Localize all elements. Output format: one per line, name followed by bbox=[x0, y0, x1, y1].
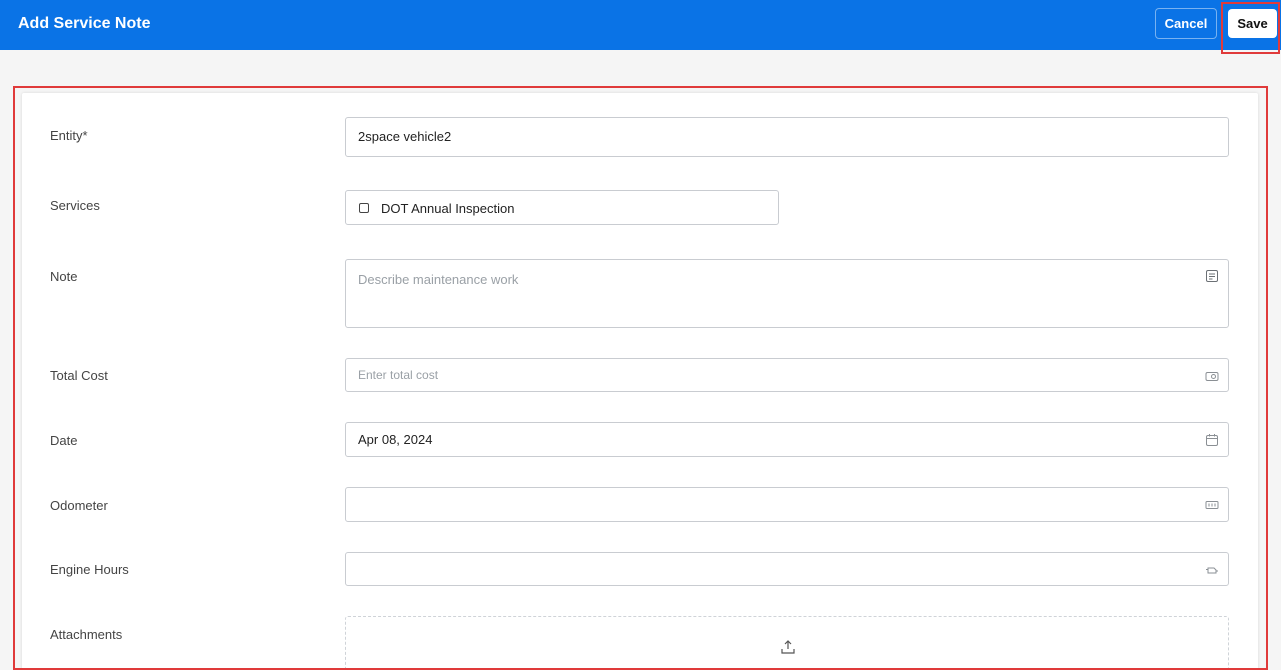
page-title: Add Service Note bbox=[18, 15, 151, 32]
form-highlight bbox=[13, 86, 1268, 670]
save-button-highlight bbox=[1221, 2, 1280, 54]
cancel-button[interactable]: Cancel bbox=[1155, 8, 1217, 39]
top-bar: Add Service Note Cancel Save bbox=[0, 0, 1281, 50]
